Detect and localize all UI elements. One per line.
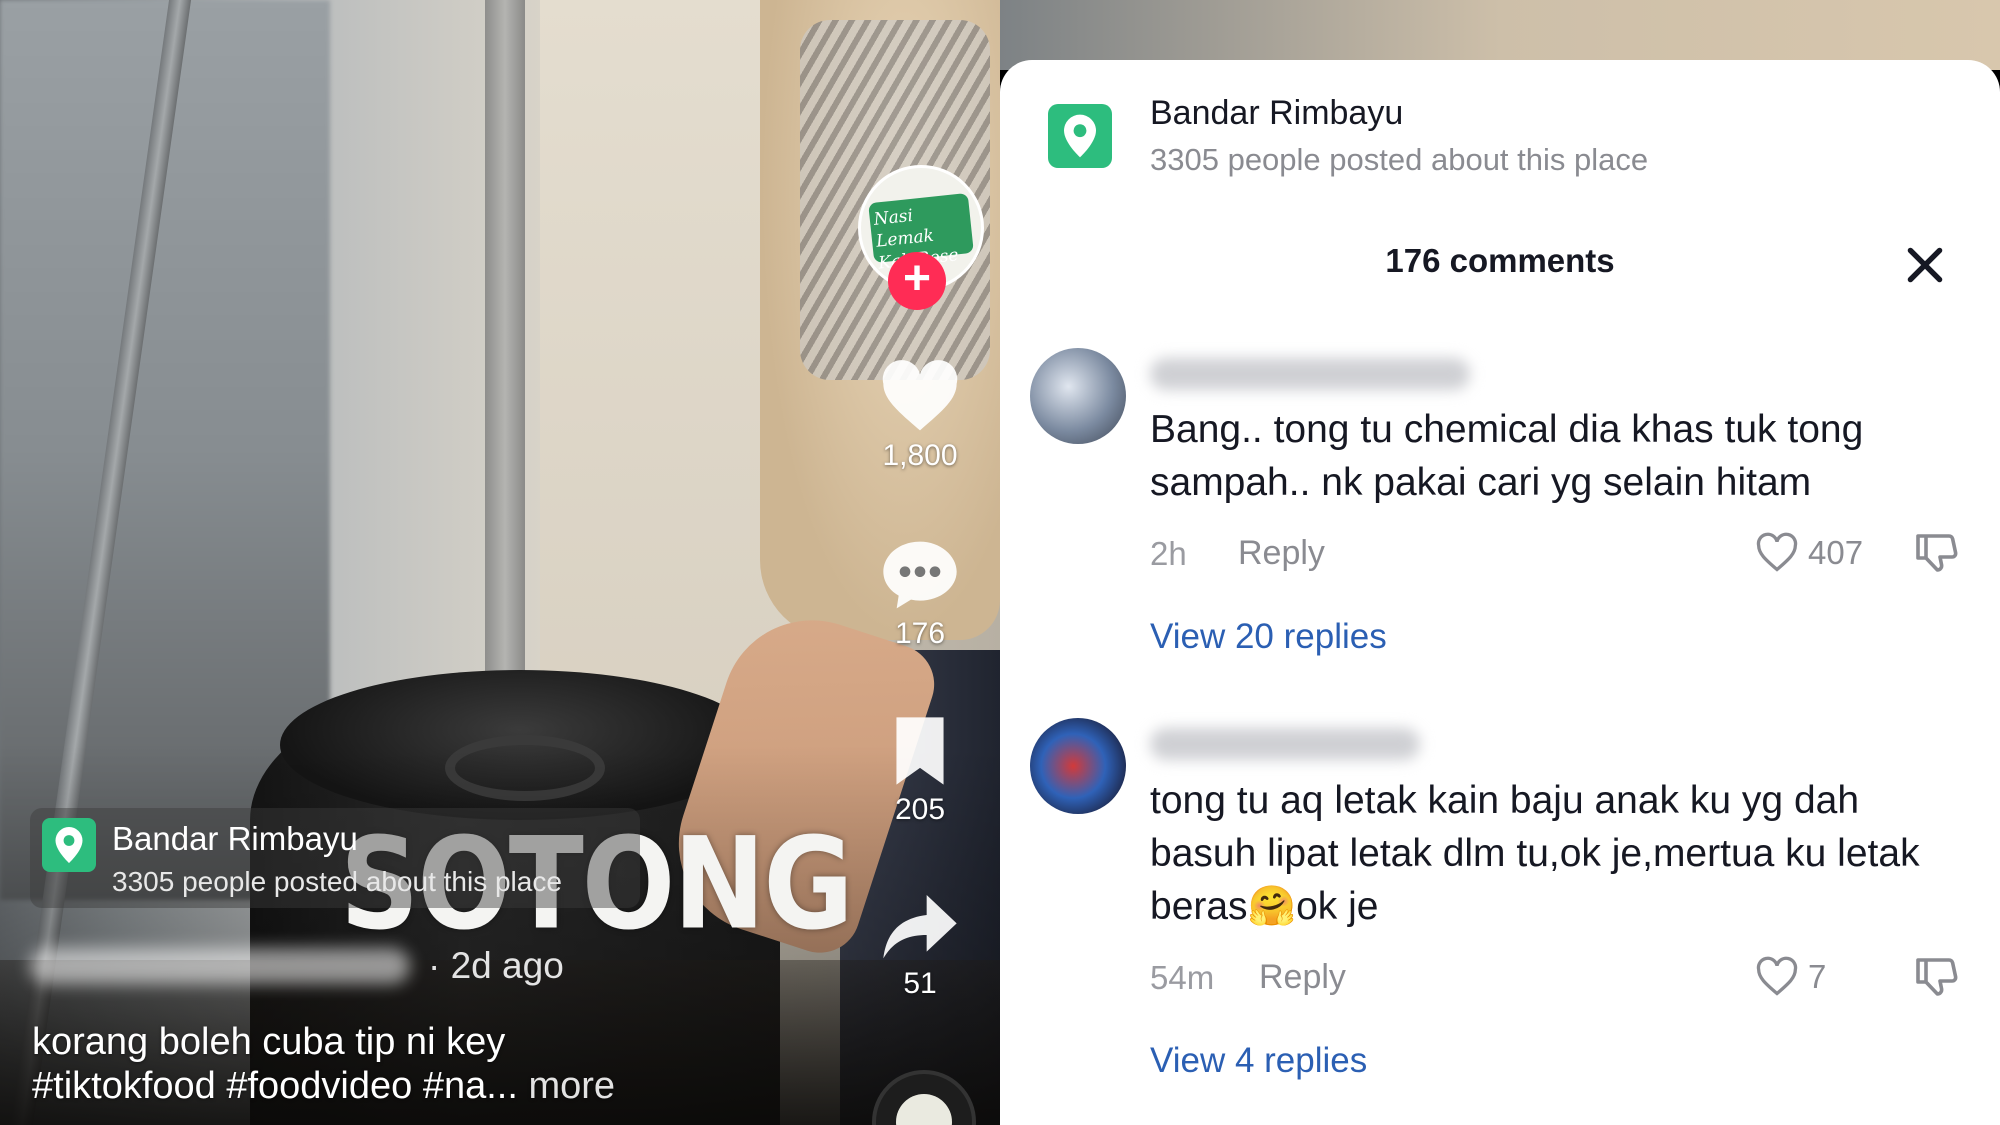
- sheet-location-title[interactable]: Bandar Rimbayu: [1150, 94, 1403, 133]
- commenter-avatar[interactable]: [1030, 718, 1126, 814]
- like-button[interactable]: 1,800: [860, 360, 980, 473]
- follow-button[interactable]: +: [888, 252, 946, 310]
- caption-more-link[interactable]: more: [528, 1065, 615, 1107]
- dislike-icon[interactable]: [1912, 530, 1960, 578]
- sheet-location-subtitle: 3305 people posted about this place: [1150, 142, 1649, 177]
- post-time: · 2d ago: [428, 945, 564, 986]
- bookmark-icon: [896, 717, 944, 785]
- caption-hashtags[interactable]: #tiktokfood #foodvideo #na...: [32, 1065, 518, 1107]
- heart-icon: [882, 360, 958, 431]
- comment-time: 54m: [1150, 959, 1215, 996]
- commenter-name-blurred[interactable]: [1150, 728, 1420, 760]
- location-subtitle: 3305 people posted about this place: [112, 866, 562, 897]
- heart-outline-icon[interactable]: [1755, 956, 1799, 998]
- caption-line-1: korang boleh cuba tip ni key: [32, 1021, 506, 1063]
- comment-time: 2h: [1150, 535, 1187, 572]
- comment-button[interactable]: 176: [860, 538, 980, 651]
- save-count: 205: [894, 793, 946, 826]
- heart-outline-icon[interactable]: [1755, 532, 1799, 574]
- location-title: Bandar Rimbayu: [112, 820, 358, 857]
- dislike-icon[interactable]: [1912, 954, 1960, 1002]
- location-pin-icon: [1048, 104, 1112, 168]
- location-pin-icon: [42, 818, 96, 872]
- music-disc-art: [896, 1094, 952, 1125]
- share-button[interactable]: 51: [860, 888, 980, 1001]
- commenter-name-blurred[interactable]: [1150, 358, 1470, 390]
- comment-text: Bang.. tong tu chemical dia khas tuk ton…: [1150, 408, 1864, 504]
- comment-text: tong tu aq letak kain baju anak ku yg da…: [1150, 779, 1920, 928]
- video-player[interactable]: SOTONG Nasi Lemak Kak Rose + 1,800 176 2…: [0, 0, 1000, 1125]
- comment-like-count: 407: [1808, 534, 1864, 571]
- video-caption[interactable]: korang boleh cuba tip ni key #tiktokfood…: [32, 1020, 615, 1108]
- view-replies-link[interactable]: View 20 replies: [1150, 617, 1387, 657]
- commenter-avatar[interactable]: [1030, 348, 1126, 444]
- share-count: 51: [903, 967, 937, 1000]
- view-replies-link[interactable]: View 4 replies: [1150, 1041, 1367, 1081]
- reply-button[interactable]: Reply: [1259, 958, 1346, 997]
- comment-bubble-icon: [883, 541, 957, 609]
- comment-count: 176: [894, 617, 946, 650]
- comment-like-count: 7: [1808, 958, 1827, 995]
- share-arrow-icon: [883, 895, 957, 959]
- comments-count-header: 176 comments: [1385, 242, 1615, 279]
- creator-name-blurred[interactable]: [30, 948, 410, 984]
- comments-sheet: Bandar Rimbayu 3305 people posted about …: [1000, 60, 2000, 1125]
- like-count: 1,800: [882, 439, 958, 472]
- save-button[interactable]: 205: [860, 714, 980, 827]
- close-icon[interactable]: [1900, 240, 1950, 290]
- reply-button[interactable]: Reply: [1238, 534, 1325, 573]
